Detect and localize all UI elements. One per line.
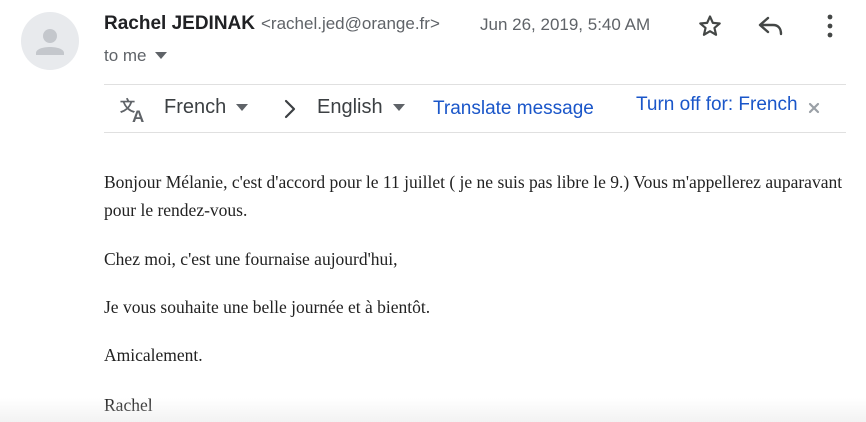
avatar[interactable] [21, 12, 79, 70]
sender-email: <rachel.jed@orange.fr> [261, 14, 440, 33]
chevron-down-icon [392, 103, 405, 111]
target-language-select[interactable]: English [317, 96, 405, 119]
translate-icon: 文 A [120, 97, 144, 123]
translate-message-link[interactable]: Translate message [433, 98, 594, 120]
source-language-label: French [164, 96, 227, 118]
chevron-right-icon [284, 99, 296, 119]
sender-line: Rachel JEDINAK <rachel.jed@orange.fr> [104, 13, 440, 35]
message-paragraph: Amicalement. [104, 345, 203, 365]
timestamp: Jun 26, 2019, 5:40 AM [480, 15, 651, 34]
sender-name[interactable]: Rachel JEDINAK [104, 13, 255, 35]
recipient-details-toggle[interactable]: to me [104, 46, 167, 66]
divider-bottom [104, 132, 846, 133]
message-signature: Rachel [104, 395, 153, 415]
message-paragraph: Chez moi, c'est une fournaise aujourd'hu… [104, 249, 398, 269]
more-options-button[interactable] [820, 13, 840, 39]
chevron-down-icon [154, 52, 167, 59]
source-language-select[interactable]: French [164, 96, 249, 119]
close-icon[interactable] [807, 101, 821, 115]
target-language-label: English [317, 96, 383, 118]
svg-text:A: A [132, 107, 144, 123]
more-vertical-icon [827, 14, 833, 38]
recipient-label: to me [104, 46, 147, 65]
turn-off-translation-link[interactable]: Turn off for: French [636, 94, 798, 116]
star-button[interactable] [697, 13, 723, 39]
message-paragraph: Je vous souhaite une belle journée et à … [104, 297, 431, 317]
star-outline-icon [699, 15, 721, 36]
reply-icon [758, 16, 783, 36]
person-icon [36, 29, 64, 55]
message-paragraph: Bonjour Mélanie, c'est d'accord pour le … [104, 172, 843, 220]
reply-button[interactable] [757, 13, 785, 39]
chevron-down-icon [236, 103, 249, 111]
translate-bar: 文 A French English Translate message Tur… [104, 85, 846, 131]
